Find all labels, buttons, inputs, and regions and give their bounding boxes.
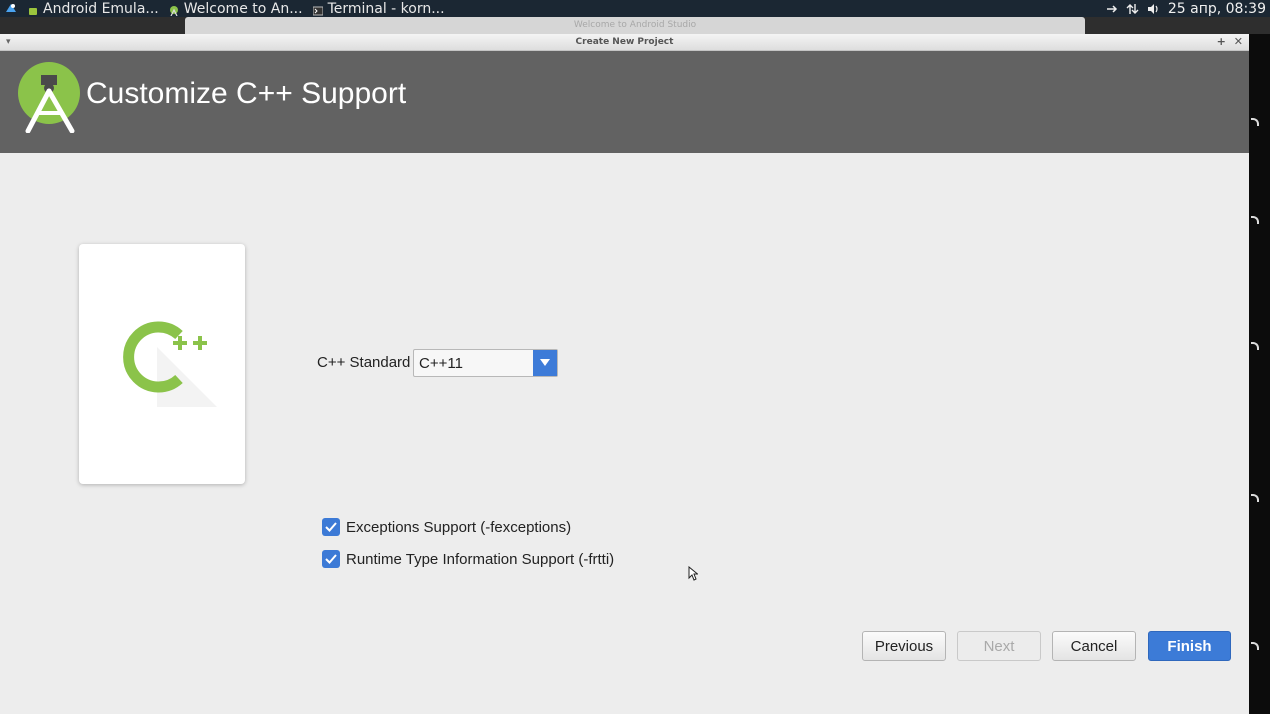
dialog-titlebar[interactable]: ▾ Create New Project + ✕ [0, 34, 1249, 51]
cancel-button[interactable]: Cancel [1052, 631, 1136, 661]
close-icon[interactable]: ✕ [1234, 34, 1243, 50]
app-menu-icon[interactable] [4, 3, 18, 15]
previous-button[interactable]: Previous [862, 631, 946, 661]
taskbar-item-emulator[interactable]: Android Emula... [28, 1, 159, 17]
android-icon [28, 4, 38, 15]
window-menu-icon[interactable]: ▾ [6, 34, 11, 50]
checkbox-label[interactable]: Exceptions Support (-fexceptions) [346, 519, 571, 536]
create-project-dialog: ▾ Create New Project + ✕ Customize C++ S… [0, 34, 1249, 714]
taskbar-item-welcome[interactable]: Welcome to An... [169, 1, 303, 17]
bluetooth-icon[interactable] [1105, 3, 1118, 15]
cpp-standard-dropdown[interactable]: C++11 [413, 349, 558, 377]
finish-button[interactable]: Finish [1148, 631, 1231, 661]
mouse-cursor-icon [688, 565, 699, 585]
wizard-content: C++ Standard C++11 Exceptions Support (-… [0, 153, 1249, 714]
checkbox-label[interactable]: Runtime Type Information Support (-frtti… [346, 551, 614, 568]
cpp-standard-value: C++11 [419, 355, 463, 372]
next-button[interactable]: Next [957, 631, 1041, 661]
terminal-icon [312, 4, 324, 15]
chevron-down-icon[interactable] [533, 350, 557, 376]
taskbar-item-label: Welcome to An... [183, 0, 303, 17]
android-studio-icon [169, 4, 179, 16]
page-title: Customize C++ Support [86, 77, 407, 110]
cpp-logo-icon [123, 321, 217, 407]
volume-icon[interactable] [1147, 3, 1160, 15]
exceptions-support-option[interactable]: Exceptions Support (-fexceptions) [322, 518, 571, 536]
background-window-title[interactable]: Welcome to Android Studio [185, 17, 1085, 34]
wizard-header: Customize C++ Support [0, 51, 1249, 153]
top-panel: Android Emula... Welcome to An... Termin… [0, 0, 1270, 17]
taskbar-item-label: Terminal - korn... [327, 0, 445, 17]
rtti-checkbox[interactable] [322, 550, 340, 568]
android-studio-logo-icon [16, 61, 82, 134]
taskbar-item-terminal[interactable]: Terminal - korn... [312, 0, 445, 17]
clock[interactable]: 25 апр, 08:39 [1168, 1, 1266, 17]
taskbar-item-label: Android Emula... [43, 0, 159, 17]
exceptions-checkbox[interactable] [322, 518, 340, 536]
rtti-support-option[interactable]: Runtime Type Information Support (-frtti… [322, 550, 614, 568]
background-edge [1249, 34, 1270, 714]
dialog-title: Create New Project [575, 37, 674, 47]
network-icon[interactable] [1126, 3, 1139, 15]
pin-icon[interactable]: + [1217, 34, 1226, 50]
background-window: Welcome to Android Studio [0, 17, 1270, 34]
cpp-standard-label: C++ Standard [317, 354, 411, 371]
cpp-preview-card [79, 244, 245, 484]
